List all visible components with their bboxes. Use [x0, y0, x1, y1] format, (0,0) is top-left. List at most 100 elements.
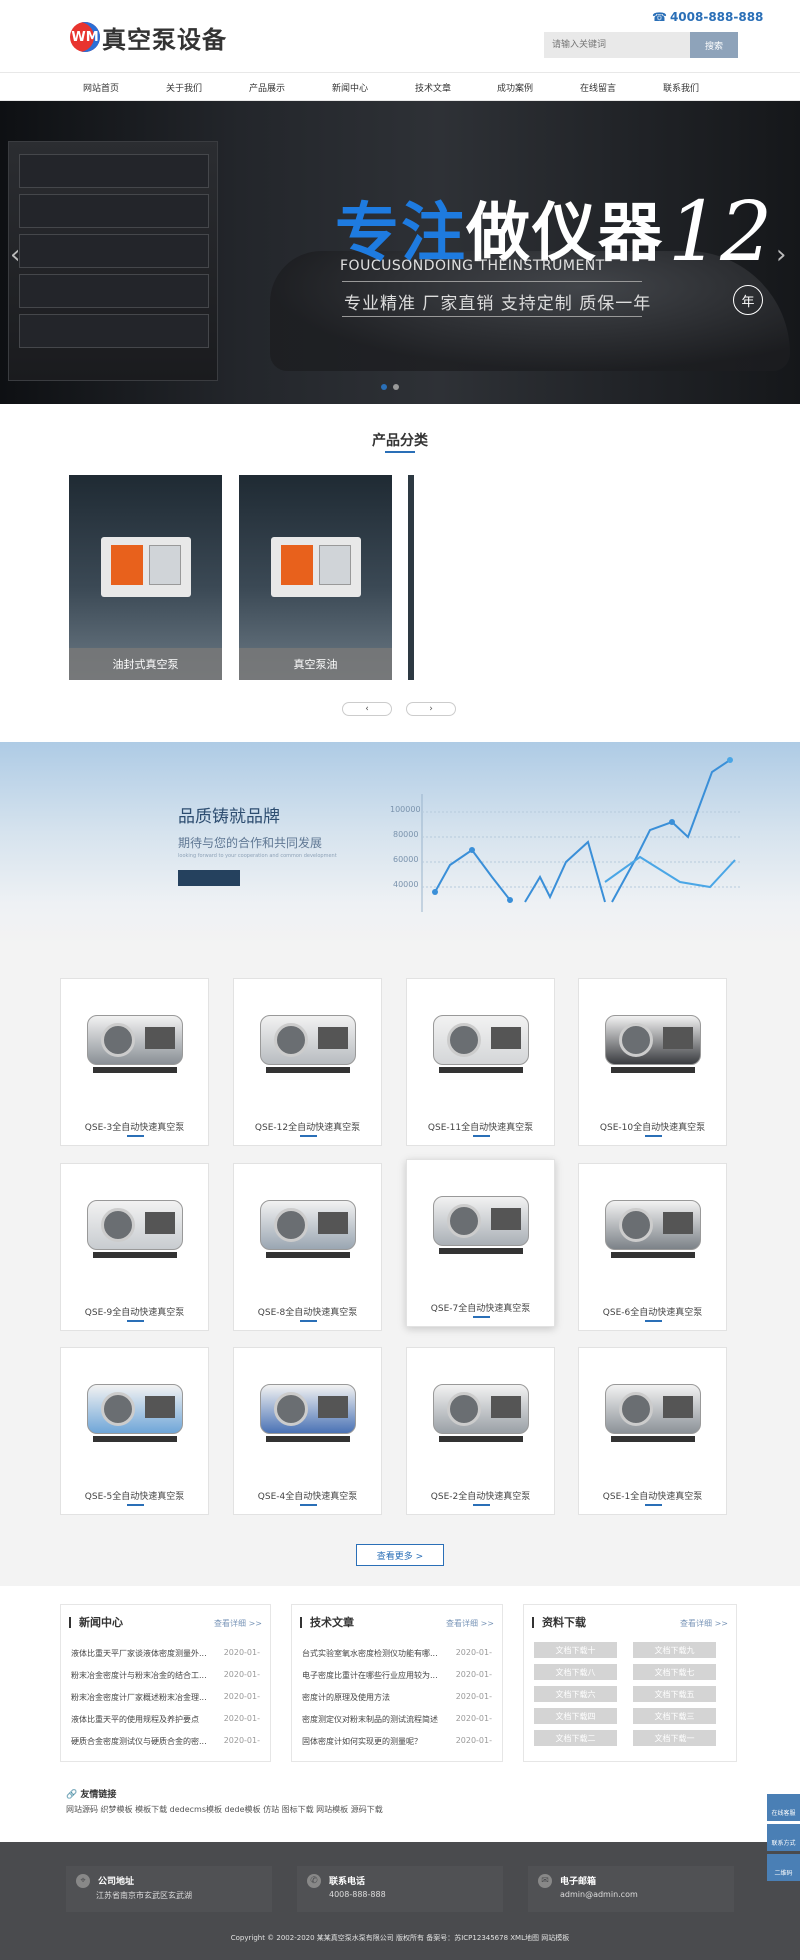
news-item[interactable]: 粉末冶金密度计与粉末冶金的结合工... 2020-01-: [71, 1670, 260, 1681]
news-item-title: 液体比重天平厂家谈液体密度测量外...: [71, 1649, 207, 1658]
nav-contact[interactable]: 联系我们: [663, 81, 699, 94]
side-qrcode-button[interactable]: 二维码: [767, 1854, 800, 1881]
nav-products[interactable]: 产品展示: [249, 81, 285, 94]
download-item[interactable]: 文档下载五: [633, 1686, 716, 1702]
news-item[interactable]: 硬质合金密度测试仪与硬质合金的密... 2020-01-: [71, 1736, 260, 1747]
side-contact-button[interactable]: 联系方式: [767, 1824, 800, 1851]
product-card[interactable]: QSE-3全自动快速真空泵: [60, 978, 209, 1146]
footer-email-title: 电子邮箱: [560, 1877, 597, 1887]
nav-about[interactable]: 关于我们: [166, 81, 202, 94]
news-item[interactable]: 粉末冶金密度计厂家概述粉末冶金理... 2020-01-: [71, 1692, 260, 1703]
article-item-title: 密度测定仪对粉末制品的测试流程简述: [302, 1715, 438, 1724]
download-item[interactable]: 文档下载八: [534, 1664, 617, 1680]
nav-home[interactable]: 网站首页: [83, 81, 119, 94]
header-phone: ☎ 4008-888-888: [652, 10, 763, 24]
product-card[interactable]: QSE-8全自动快速真空泵: [233, 1163, 382, 1331]
article-item[interactable]: 密度计的原理及使用方法 2020-01-: [302, 1692, 492, 1703]
banner-english: FOUCUSONDOING THEINSTRUMENT: [340, 258, 605, 274]
cnc-machine-image: [271, 537, 361, 597]
article-item-date: 2020-01-: [455, 1648, 492, 1657]
product-card[interactable]: QSE-11全自动快速真空泵: [406, 978, 555, 1146]
download-item[interactable]: 文档下载七: [633, 1664, 716, 1680]
banner-next-arrow[interactable]: ›: [776, 240, 786, 270]
product-card[interactable]: QSE-6全自动快速真空泵: [578, 1163, 727, 1331]
side-service-button[interactable]: 在线客服: [767, 1794, 800, 1821]
news-more-link[interactable]: 查看详细 >>: [214, 1618, 262, 1629]
article-item-date: 2020-01-: [455, 1692, 492, 1701]
copyright: Copyright © 2002-2020 某某真空泵水泵有限公司 版权所有 备…: [230, 1934, 570, 1942]
vacuum-pump-image: [593, 993, 713, 1088]
footer-email-value: admin@admin.com: [560, 1890, 638, 1899]
category-card[interactable]: 油封式真空泵: [69, 475, 222, 680]
product-card[interactable]: QSE-1全自动快速真空泵: [578, 1347, 727, 1515]
friend-links-title: 🔗 友情链接: [66, 1787, 116, 1800]
slider-dot[interactable]: [393, 384, 399, 390]
nav-message[interactable]: 在线留言: [580, 81, 616, 94]
tool-cabinet-image: [8, 141, 218, 381]
quality-banner: [0, 742, 800, 944]
view-more-button[interactable]: 查看更多 >: [356, 1544, 444, 1566]
slider-dot-active[interactable]: [381, 384, 387, 390]
friend-links[interactable]: 网站源码 织梦模板 模板下载 dedecms模板 dede模板 仿站 图标下载 …: [66, 1804, 383, 1815]
quality-title: 品质铸就品牌: [178, 807, 280, 827]
news-panel: 新闻中心 查看详细 >> 液体比重天平厂家谈液体密度测量外... 2020-01-…: [60, 1604, 271, 1762]
download-item[interactable]: 文档下载四: [534, 1708, 617, 1724]
product-card[interactable]: QSE-4全自动快速真空泵: [233, 1347, 382, 1515]
article-item-date: 2020-01-: [455, 1670, 492, 1679]
download-item[interactable]: 文档下载十: [534, 1642, 617, 1658]
category-card[interactable]: 真空泵油: [239, 475, 392, 680]
search-button[interactable]: 搜索: [690, 32, 738, 58]
download-item[interactable]: 文档下载三: [633, 1708, 716, 1724]
article-item-date: 2020-01-: [455, 1714, 492, 1723]
articles-more-link[interactable]: 查看详细 >>: [446, 1618, 494, 1629]
logo-text[interactable]: 真空泵设备: [102, 20, 227, 55]
quality-button[interactable]: [178, 870, 240, 886]
category-prev-button[interactable]: ‹: [342, 702, 392, 716]
product-label: QSE-12全自动快速真空泵: [254, 1123, 361, 1133]
vacuum-pump-image: [75, 1178, 195, 1273]
article-item-date: 2020-01-: [455, 1736, 492, 1745]
download-item[interactable]: 文档下载二: [534, 1730, 617, 1746]
download-item[interactable]: 文档下载六: [534, 1686, 617, 1702]
growth-chart-graphic: [421, 757, 740, 912]
banner-prev-arrow[interactable]: ‹: [10, 240, 20, 270]
product-card[interactable]: QSE-9全自动快速真空泵: [60, 1163, 209, 1331]
product-label: QSE-6全自动快速真空泵: [602, 1308, 703, 1318]
category-card-partial[interactable]: [408, 475, 414, 680]
quality-subtitle-en: looking forward to your cooperation and …: [178, 853, 337, 859]
news-item-title: 硬质合金密度测试仪与硬质合金的密...: [71, 1737, 207, 1746]
download-item[interactable]: 文档下载一: [633, 1730, 716, 1746]
article-item[interactable]: 电子密度比重计在哪些行业应用较为... 2020-01-: [302, 1670, 492, 1681]
phone-icon: ☎: [652, 10, 667, 24]
title-underline: [385, 451, 415, 453]
product-card[interactable]: QSE-7全自动快速真空泵: [406, 1159, 555, 1327]
article-item[interactable]: 台式实验室氧水密度检测仪功能有哪... 2020-01-: [302, 1648, 492, 1659]
news-item[interactable]: 液体比重天平的使用规程及养护要点 2020-01-: [71, 1714, 260, 1725]
location-icon: ⌖: [76, 1874, 90, 1888]
download-item[interactable]: 文档下载九: [633, 1642, 716, 1658]
product-card[interactable]: QSE-2全自动快速真空泵: [406, 1347, 555, 1515]
quality-subtitle: 期待与您的合作和共同发展: [178, 836, 323, 850]
chart-tick: 60000: [393, 855, 419, 864]
vacuum-pump-image: [248, 993, 368, 1088]
news-item[interactable]: 液体比重天平厂家谈液体密度测量外... 2020-01-: [71, 1648, 260, 1659]
cnc-machine-image: [101, 537, 191, 597]
nav-news[interactable]: 新闻中心: [332, 81, 368, 94]
nav-cases[interactable]: 成功案例: [497, 81, 533, 94]
downloads-more-link[interactable]: 查看详细 >>: [680, 1618, 728, 1629]
search-input[interactable]: [544, 32, 690, 58]
chart-tick: 80000: [393, 830, 419, 839]
product-label: QSE-11全自动快速真空泵: [427, 1123, 534, 1133]
footer-phone-title: 联系电话: [329, 1877, 366, 1887]
product-card[interactable]: QSE-10全自动快速真空泵: [578, 978, 727, 1146]
article-item[interactable]: 固体密度计如何实现更的测量呢？ 2020-01-: [302, 1736, 492, 1747]
article-item[interactable]: 密度测定仪对粉末制品的测试流程简述 2020-01-: [302, 1714, 492, 1725]
logo-mark[interactable]: WM: [70, 22, 100, 52]
product-card[interactable]: QSE-12全自动快速真空泵: [233, 978, 382, 1146]
category-next-button[interactable]: ›: [406, 702, 456, 716]
product-card[interactable]: QSE-5全自动快速真空泵: [60, 1347, 209, 1515]
news-item-date: 2020-01-: [223, 1736, 260, 1745]
vacuum-pump-image: [75, 993, 195, 1088]
news-item-title: 粉末冶金密度计与粉末冶金的结合工...: [71, 1671, 207, 1680]
nav-articles[interactable]: 技术文章: [415, 81, 451, 94]
